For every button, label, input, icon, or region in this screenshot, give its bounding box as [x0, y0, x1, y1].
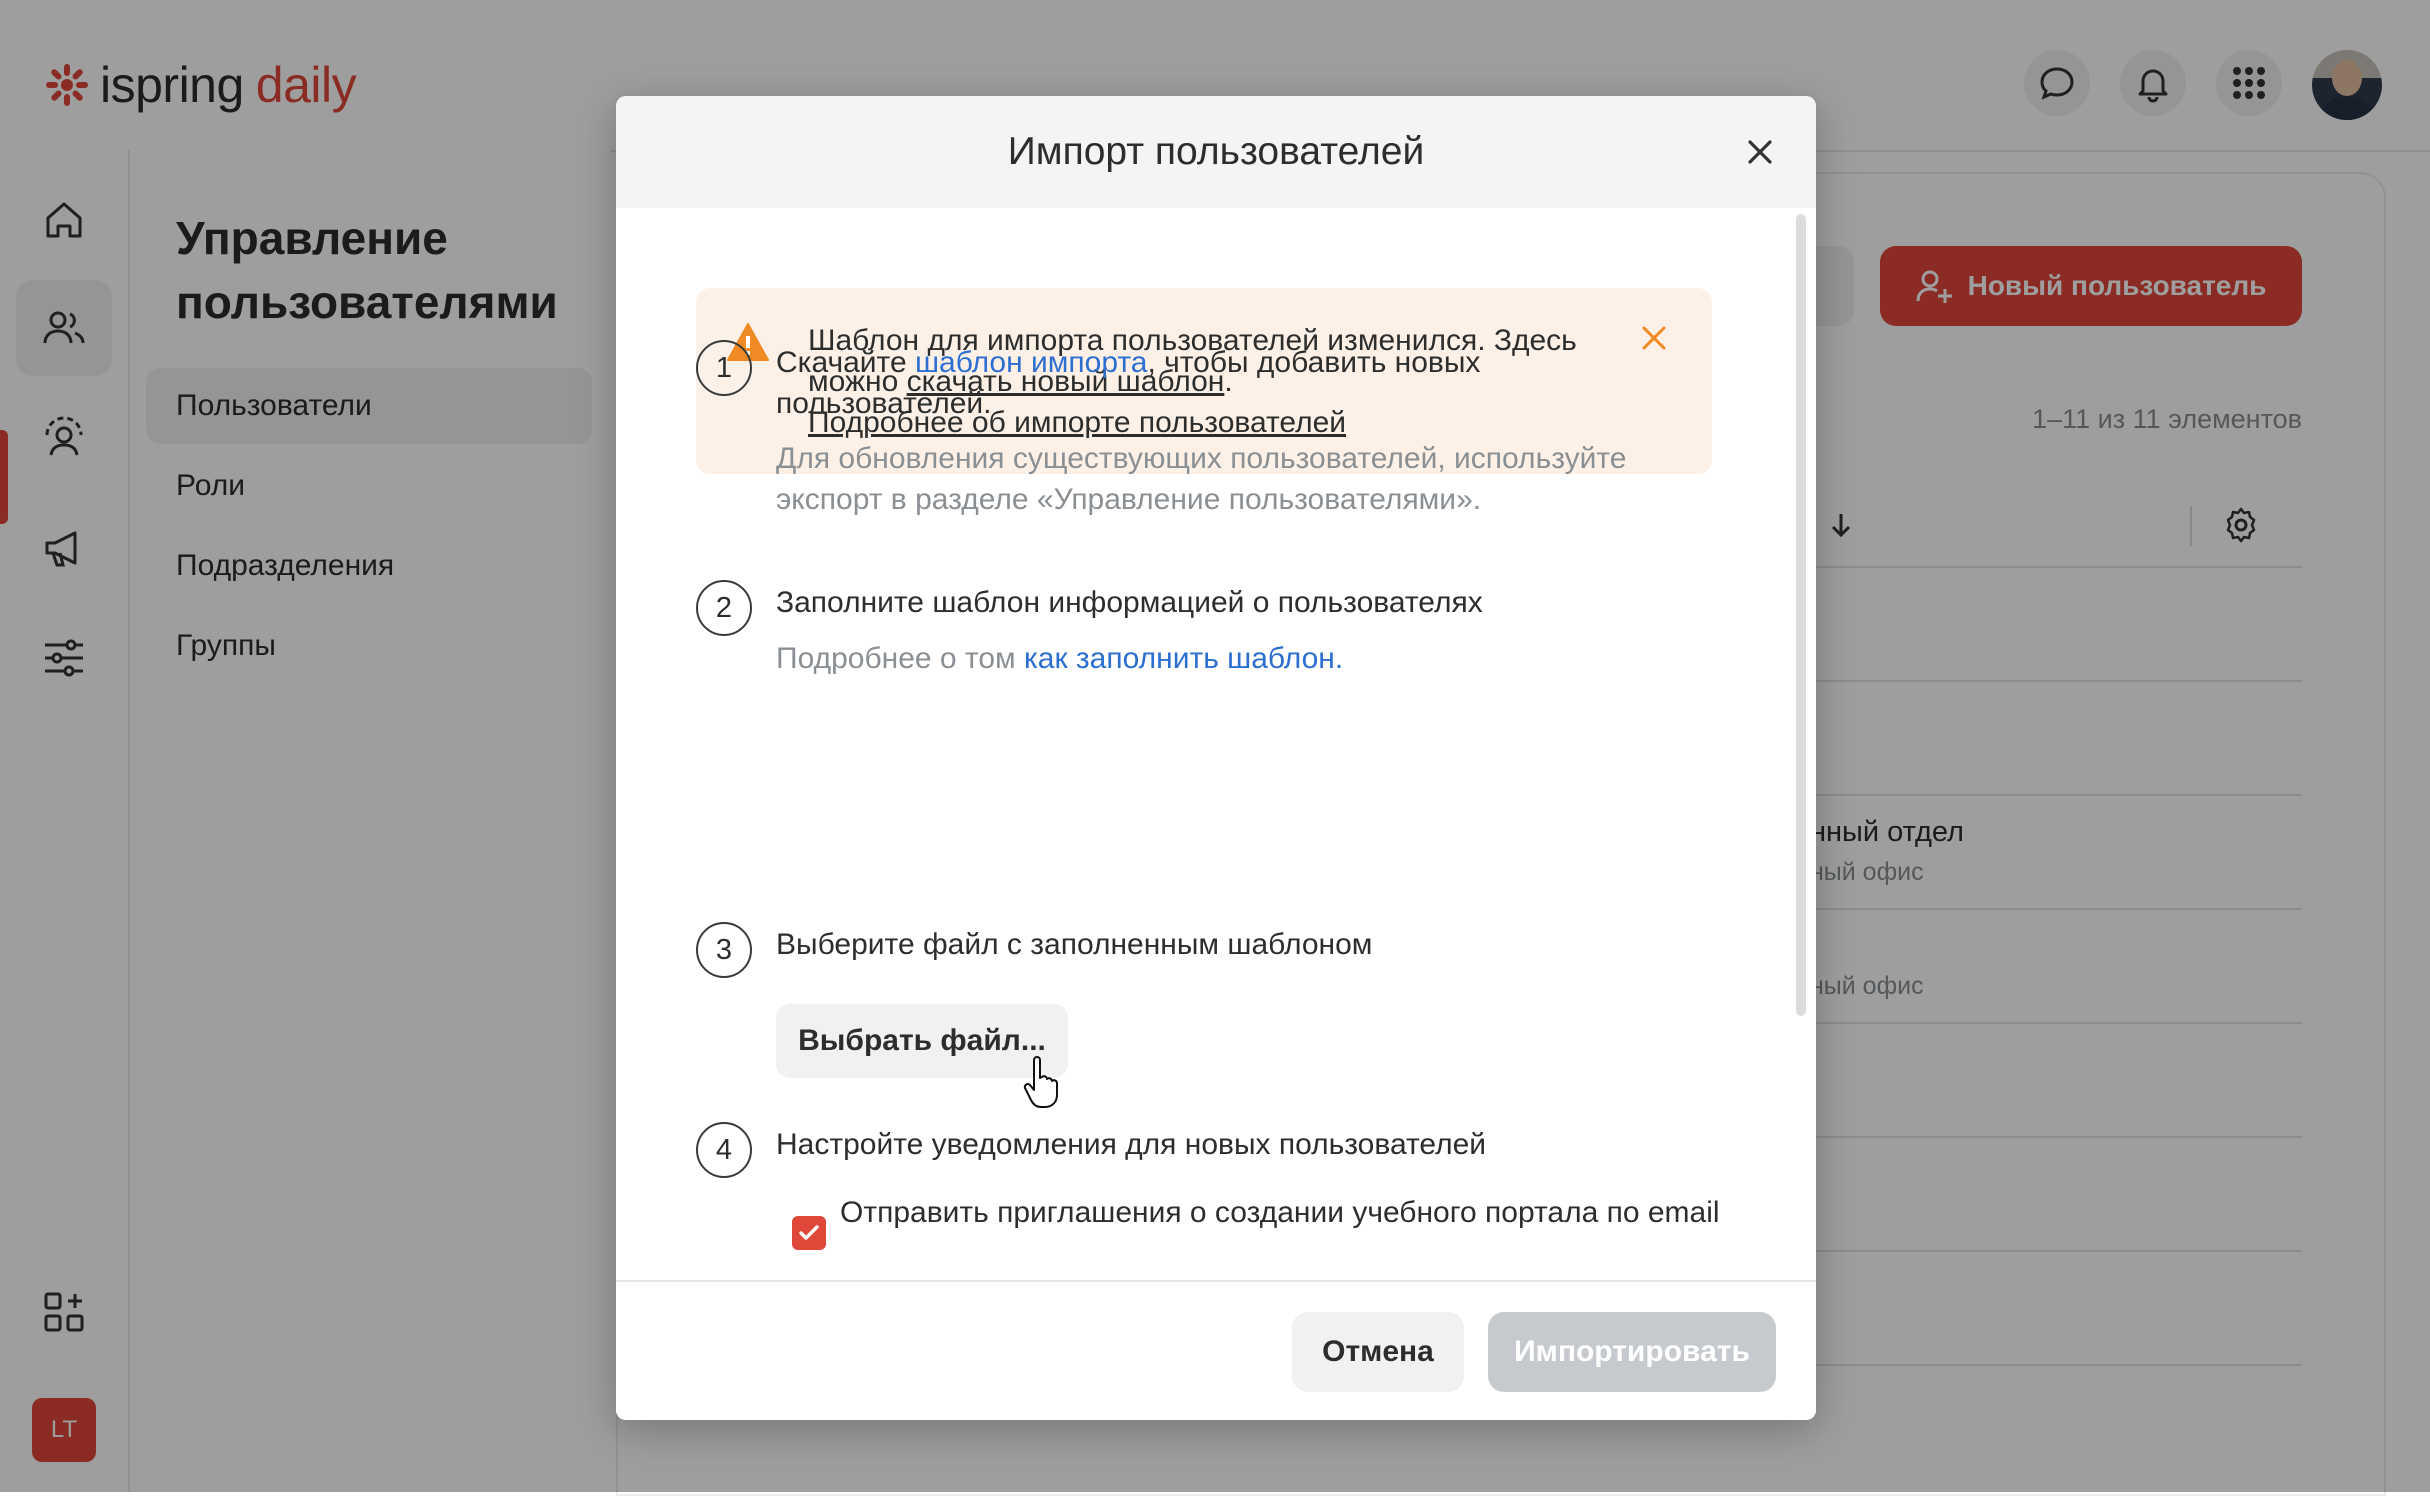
step-number: 1: [696, 340, 752, 396]
dialog-close-button[interactable]: [1740, 132, 1780, 172]
step-2-hint-start: Подробнее о том: [776, 642, 1024, 675]
dialog-footer: Отмена Импортировать: [616, 1280, 1816, 1420]
dialog-title: Импорт пользователей: [1007, 130, 1425, 173]
step-number: 3: [696, 922, 752, 978]
checkmark-icon: [799, 1225, 819, 1240]
import-button[interactable]: Импортировать: [1488, 1312, 1776, 1392]
cancel-button[interactable]: Отмена: [1292, 1312, 1464, 1392]
step-1-hint: Для обновления существующих пользователе…: [776, 442, 1627, 516]
step-2-text: Заполните шаблон информацией о пользоват…: [776, 586, 1483, 619]
hand-cursor-icon: [1023, 1056, 1058, 1108]
step-1-text-start: Скачайте: [776, 346, 915, 379]
step-2-hint: Подробнее о том как заполнить шаблон.: [776, 638, 1696, 679]
close-icon: [1748, 140, 1772, 164]
dialog-scrollbar[interactable]: [1796, 214, 1806, 1016]
send-invitations-label[interactable]: Отправить приглашения о создании учебног…: [840, 1192, 1720, 1233]
step-number: 2: [696, 580, 752, 636]
import-template-link[interactable]: шаблон импорта: [915, 346, 1147, 379]
import-users-dialog: Импорт пользователей Шаблон для импорта …: [616, 96, 1816, 1420]
send-invitations-checkbox[interactable]: [792, 1216, 826, 1250]
step-2-hint-end: .: [1334, 642, 1344, 675]
step-3-text: Выберите файл с заполненным шаблоном: [776, 928, 1373, 961]
step-number: 4: [696, 1122, 752, 1178]
dialog-header: Импорт пользователей: [616, 96, 1816, 208]
step-1-text: Скачайте шаблон импорта, чтобы добавить …: [776, 342, 1536, 424]
alert-close-icon[interactable]: [1640, 324, 1668, 352]
step-4-text: Настройте уведомления для новых пользова…: [776, 1128, 1487, 1161]
how-to-fill-template-link[interactable]: как заполнить шаблон: [1024, 642, 1335, 675]
